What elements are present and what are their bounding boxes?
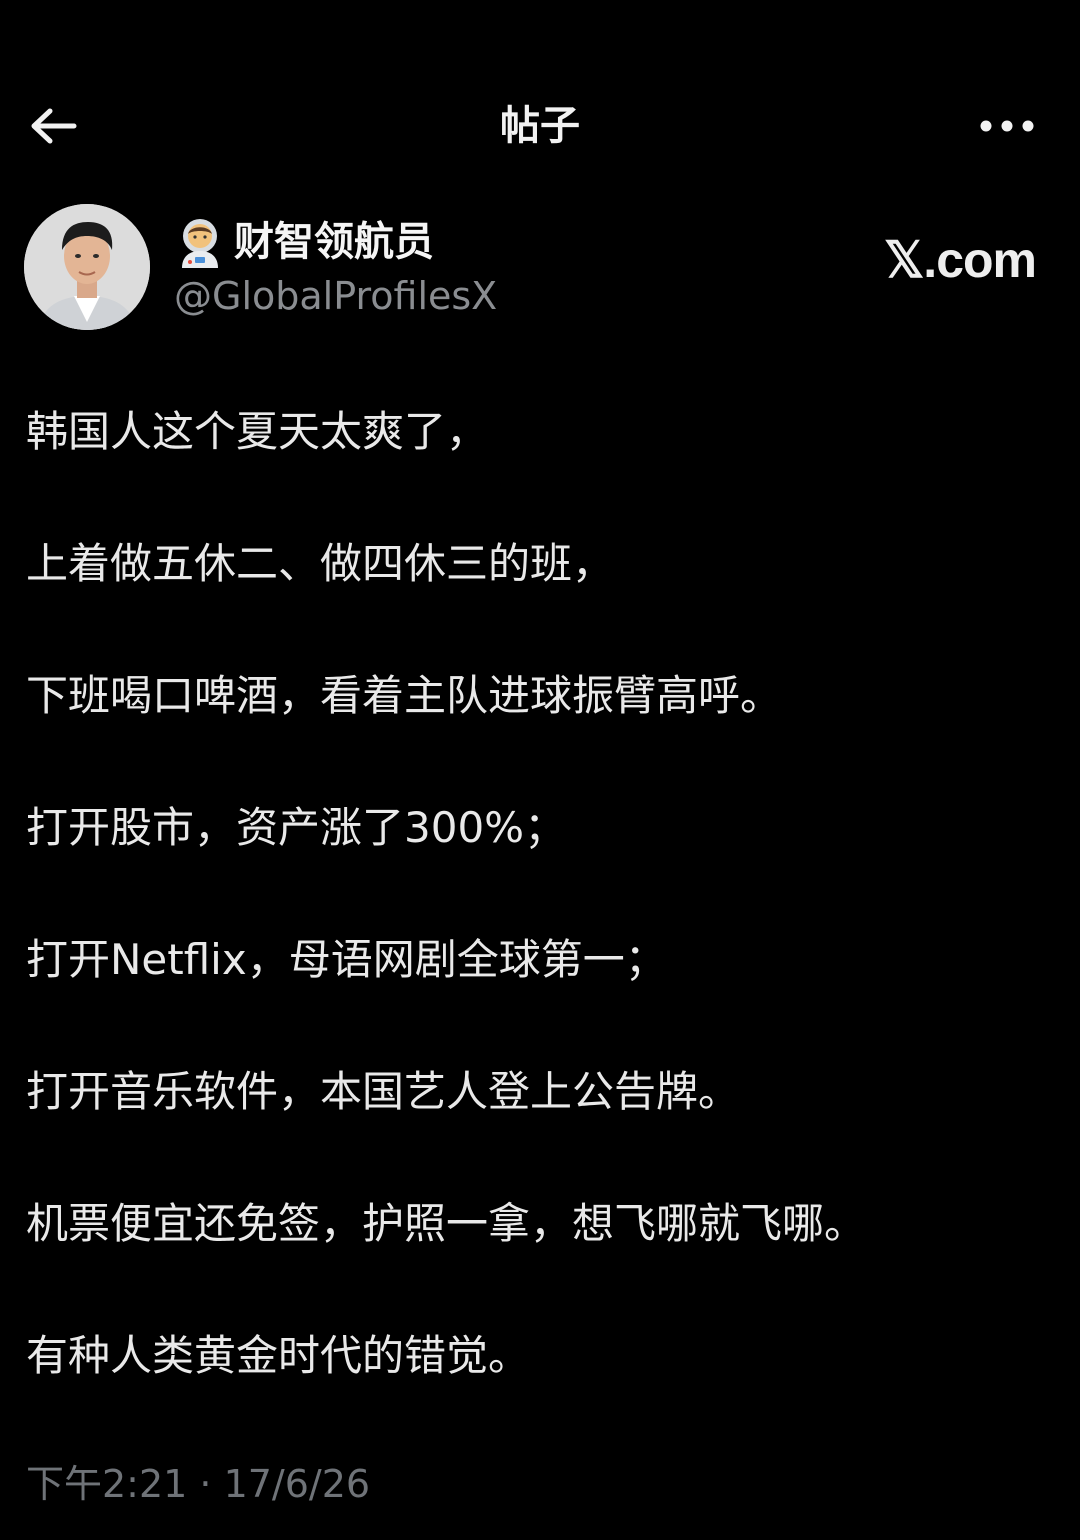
post-line: 机票便宜还免签，护照一拿，想飞哪就飞哪。 <box>26 1199 867 1248</box>
more-horizontal-icon <box>980 120 1034 132</box>
avatar[interactable] <box>24 204 150 330</box>
author-name-row[interactable]: 财智领航员 <box>174 214 434 270</box>
post-line: 上着做五休二、做四休三的班， <box>26 539 615 588</box>
post-body: 韩国人这个夏天太爽了， 上着做五休二、做四休三的班， 下班喝口啤酒，看着主队进球… <box>26 396 1066 1452</box>
avatar-photo <box>24 204 150 330</box>
astronaut-emoji-icon <box>182 219 218 268</box>
x-com-watermark: 𝕏.com <box>884 232 1037 288</box>
post-line: 韩国人这个夏天太爽了， <box>26 407 489 456</box>
post-line: 打开音乐软件，本国艺人登上公告牌。 <box>26 1067 741 1116</box>
author-handle[interactable]: @GlobalProfilesX <box>174 270 497 322</box>
post-line: 打开股市，资产涨了300%； <box>26 803 567 852</box>
top-bar: 帖子 <box>0 78 1080 174</box>
post-line: 下班喝口啤酒，看着主队进球振臂高呼。 <box>26 671 783 720</box>
more-options-button[interactable] <box>972 106 1042 146</box>
post-line: 打开Netflix，母语网剧全球第一； <box>26 935 667 984</box>
page-title: 帖子 <box>500 103 580 149</box>
author-display-name: 财智领航员 <box>234 219 434 265</box>
post-line: 有种人类黄金时代的错觉。 <box>26 1331 531 1380</box>
author-header: 财智领航员 @GlobalProfilesX 𝕏.com <box>24 204 1056 334</box>
post-timestamp[interactable]: 下午2:21 · 17/6/26 <box>26 1458 370 1510</box>
